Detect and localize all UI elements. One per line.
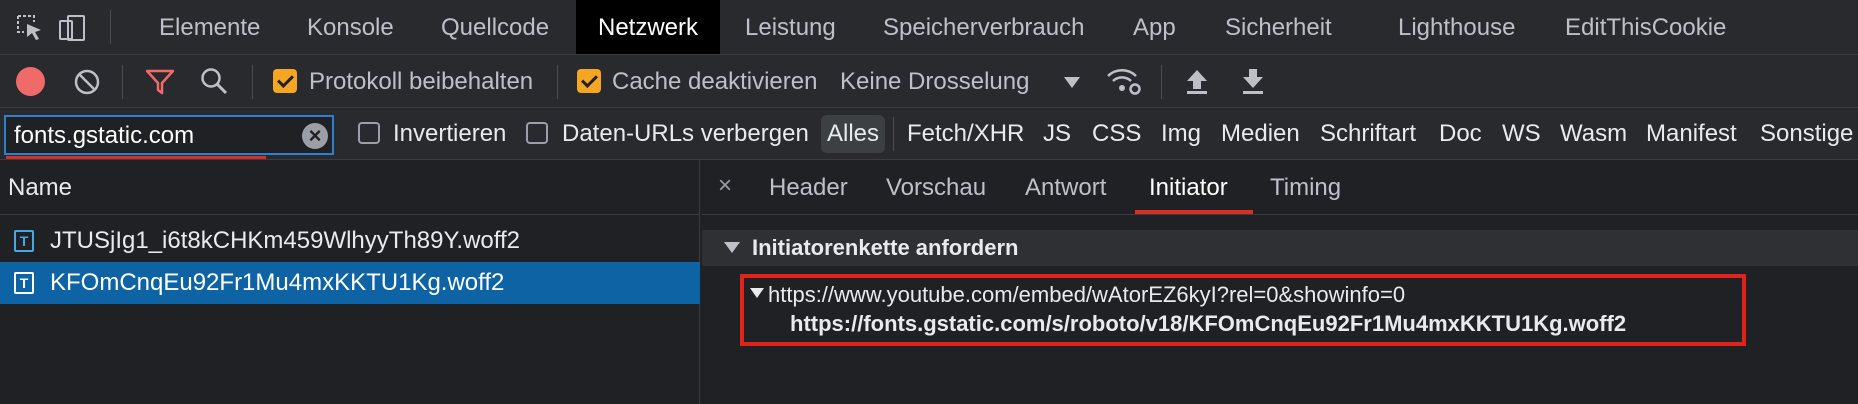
filter-icon[interactable] <box>144 67 176 104</box>
tab-app[interactable]: App <box>1133 0 1176 54</box>
toolbar-divider <box>122 65 123 99</box>
tab-speicherverbrauch[interactable]: Speicherverbrauch <box>883 0 1084 54</box>
request-list: Name T JTUSjIg1_i6t8kCHKm459WlhyyTh89Y.w… <box>0 160 700 404</box>
disable-cache-checkbox[interactable] <box>577 69 601 93</box>
filter-input-value: fonts.gstatic.com <box>14 122 195 149</box>
type-filter-js[interactable]: JS <box>1043 108 1071 160</box>
type-filter-medien[interactable]: Medien <box>1221 108 1300 160</box>
invert-label: Invertieren <box>393 120 507 147</box>
network-conditions-icon[interactable] <box>1106 66 1142 103</box>
type-filter-ws[interactable]: WS <box>1502 108 1541 160</box>
preserve-log-checkbox[interactable] <box>273 69 297 93</box>
toolbar-divider <box>893 117 894 151</box>
type-filter-alles[interactable]: Alles <box>821 115 886 153</box>
toolbar-divider <box>252 65 253 99</box>
close-icon[interactable]: × <box>718 160 732 212</box>
toolbar-divider <box>110 10 111 44</box>
tab-netzwerk[interactable]: Netzwerk <box>576 0 721 54</box>
initiator-child-url[interactable]: https://fonts.gstatic.com/s/roboto/v18/K… <box>790 308 1626 340</box>
clear-icon[interactable] <box>73 68 101 103</box>
expand-triangle-icon <box>724 242 740 253</box>
filter-input[interactable]: fonts.gstatic.com × <box>4 115 334 155</box>
tab-quellcode[interactable]: Quellcode <box>441 0 549 54</box>
active-tab-indicator <box>1135 210 1253 214</box>
font-file-icon: T <box>14 230 34 252</box>
search-icon[interactable] <box>199 66 229 103</box>
type-filter-wasm[interactable]: Wasm <box>1560 108 1627 160</box>
type-filter-sonstige[interactable]: Sonstige <box>1760 108 1853 160</box>
request-row-selected[interactable]: T KFOmCnqEu92Fr1Mu4mxKKTU1Kg.woff2 <box>0 262 700 304</box>
request-details: × Header Vorschau Antwort Initiator Timi… <box>702 160 1858 404</box>
inspect-element-icon[interactable] <box>14 12 46 44</box>
highlight-underline <box>6 156 266 159</box>
type-filter-img[interactable]: Img <box>1161 108 1201 160</box>
tab-antwort[interactable]: Antwort <box>1025 160 1106 215</box>
tab-header[interactable]: Header <box>769 160 848 215</box>
font-file-icon: T <box>14 272 34 294</box>
type-filter-manifest[interactable]: Manifest <box>1646 108 1737 160</box>
device-toolbar-icon[interactable] <box>56 12 88 44</box>
request-row[interactable]: T JTUSjIg1_i6t8kCHKm459WlhyyTh89Y.woff2 <box>0 220 700 262</box>
export-har-icon[interactable] <box>1239 66 1267 103</box>
throttling-select[interactable]: Keine Drosselung <box>840 55 1029 108</box>
preserve-log-label: Protokoll beibehalten <box>309 68 534 95</box>
details-tab-bar: × Header Vorschau Antwort Initiator Timi… <box>702 160 1858 215</box>
network-toolbar: Protokoll beibehalten Cache deaktivieren… <box>0 55 1858 108</box>
tab-elemente[interactable]: Elemente <box>159 0 260 54</box>
tab-lighthouse[interactable]: Lighthouse <box>1398 0 1515 54</box>
tab-timing[interactable]: Timing <box>1270 160 1341 215</box>
type-filter-schriftart[interactable]: Schriftart <box>1320 108 1416 160</box>
section-title: Initiatorenkette anfordern <box>752 235 1019 260</box>
invert-checkbox[interactable] <box>358 122 380 144</box>
request-name: KFOmCnqEu92Fr1Mu4mxKKTU1Kg.woff2 <box>50 269 505 296</box>
expand-triangle-icon[interactable] <box>750 288 764 298</box>
tab-initiator[interactable]: Initiator <box>1149 160 1228 215</box>
toolbar-divider <box>557 65 558 99</box>
import-har-icon[interactable] <box>1183 66 1211 103</box>
tab-editthiscookie[interactable]: EditThisCookie <box>1565 0 1726 54</box>
filter-bar: fonts.gstatic.com × Invertieren Daten-UR… <box>0 108 1858 160</box>
tab-vorschau[interactable]: Vorschau <box>886 160 986 215</box>
tab-sicherheit[interactable]: Sicherheit <box>1225 0 1332 54</box>
toolbar-divider <box>1161 65 1162 99</box>
type-filter-doc[interactable]: Doc <box>1439 108 1482 160</box>
request-name: JTUSjIg1_i6t8kCHKm459WlhyyTh89Y.woff2 <box>50 227 520 254</box>
hide-data-urls-label: Daten-URLs verbergen <box>562 120 809 147</box>
initiator-chain-section-header[interactable]: Initiatorenkette anfordern <box>702 230 1858 266</box>
tab-leistung[interactable]: Leistung <box>745 0 836 54</box>
devtools-tab-bar: Elemente Konsole Quellcode Netzwerk Leis… <box>0 0 1858 55</box>
tab-konsole[interactable]: Konsole <box>307 0 394 54</box>
name-column-header[interactable]: Name <box>0 160 700 215</box>
disable-cache-label: Cache deaktivieren <box>612 68 818 95</box>
record-button[interactable] <box>16 67 45 96</box>
chevron-down-icon[interactable] <box>1064 77 1080 88</box>
type-filter-css[interactable]: CSS <box>1092 108 1141 160</box>
hide-data-urls-checkbox[interactable] <box>526 122 548 144</box>
clear-filter-icon[interactable]: × <box>302 123 328 149</box>
type-filter-fetch-xhr[interactable]: Fetch/XHR <box>907 108 1024 160</box>
